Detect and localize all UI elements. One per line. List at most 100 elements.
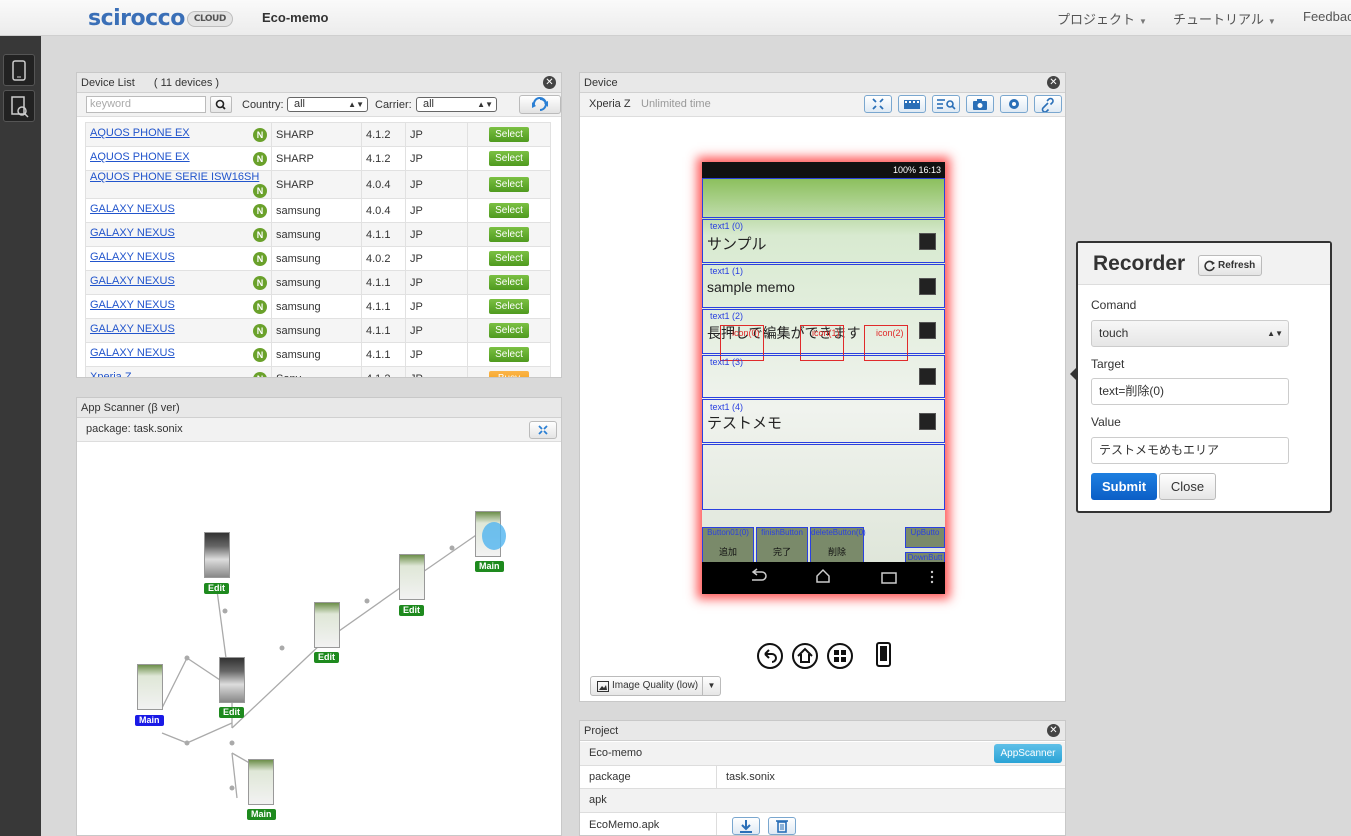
carrier-label: Carrier: bbox=[375, 99, 412, 111]
busy-button[interactable]: Busy bbox=[489, 371, 529, 377]
maker-cell: SHARP bbox=[271, 170, 362, 199]
film-button[interactable] bbox=[898, 95, 926, 113]
device-name-link[interactable]: AQUOS PHONE EX bbox=[90, 127, 190, 139]
back-hw-button[interactable] bbox=[757, 643, 783, 669]
screen-thumb[interactable] bbox=[248, 759, 274, 805]
link-button[interactable] bbox=[1034, 95, 1062, 113]
scanner-rail-button[interactable] bbox=[3, 90, 35, 122]
device-name-link[interactable]: GALAXY NEXUS bbox=[90, 347, 175, 359]
target-input[interactable]: text=削除(0) bbox=[1091, 378, 1289, 405]
screen-thumb[interactable] bbox=[204, 532, 230, 578]
screen-thumb[interactable] bbox=[137, 664, 163, 710]
action-cell: Select bbox=[467, 198, 551, 223]
delete-apk-button[interactable] bbox=[768, 817, 796, 835]
checkbox[interactable] bbox=[919, 413, 936, 430]
nav-feedback-link[interactable]: Feedback bbox=[1303, 9, 1351, 24]
select-button[interactable]: Select bbox=[489, 227, 529, 242]
command-select[interactable]: touch ▲▼ bbox=[1091, 320, 1289, 347]
nav-project-menu[interactable]: プロジェクト ▼ bbox=[1057, 9, 1147, 28]
device-name-link[interactable]: GALAXY NEXUS bbox=[90, 323, 175, 335]
home-icon bbox=[797, 647, 813, 663]
scirocco-logo[interactable]: scirocco CLOUD bbox=[88, 6, 233, 31]
install-apk-button[interactable] bbox=[732, 817, 760, 835]
nav-tutorial-menu[interactable]: チュートリアル ▼ bbox=[1173, 9, 1276, 28]
expand-button[interactable] bbox=[529, 421, 557, 439]
checkbox[interactable] bbox=[919, 233, 936, 250]
checkbox[interactable] bbox=[919, 322, 936, 339]
close-icon[interactable]: ✕ bbox=[1047, 724, 1060, 737]
close-icon[interactable]: ✕ bbox=[1047, 76, 1060, 89]
select-button[interactable]: Select bbox=[489, 275, 529, 290]
button-id: finishButton bbox=[761, 528, 803, 537]
country-cell: JP bbox=[405, 366, 468, 377]
device-name-link[interactable]: GALAXY NEXUS bbox=[90, 299, 175, 311]
device-name-cell: GALAXY NEXUS N bbox=[85, 342, 272, 367]
home-hw-button[interactable] bbox=[792, 643, 818, 669]
column-divider bbox=[716, 813, 717, 835]
device-name-link[interactable]: GALAXY NEXUS bbox=[90, 227, 175, 239]
nexus-badge: N bbox=[253, 152, 267, 166]
list-search-icon bbox=[937, 99, 956, 110]
country-cell: JP bbox=[405, 146, 468, 171]
keyword-search-input[interactable]: keyword bbox=[86, 96, 206, 113]
select-button[interactable]: Select bbox=[489, 177, 529, 192]
screenshot-button[interactable] bbox=[966, 95, 994, 113]
screen-thumb[interactable] bbox=[314, 602, 340, 648]
select-button[interactable]: Select bbox=[489, 299, 529, 314]
table-row: GALAXY NEXUS Nsamsung 4.0.2 JP Select bbox=[85, 246, 551, 271]
device-name-link[interactable]: GALAXY NEXUS bbox=[90, 251, 175, 263]
command-label: Comand bbox=[1091, 298, 1137, 312]
select-button[interactable]: Select bbox=[489, 323, 529, 338]
screen-thumb[interactable] bbox=[399, 554, 425, 600]
country-select[interactable]: all ▲▼ bbox=[287, 97, 368, 112]
select-button[interactable]: Select bbox=[489, 251, 529, 266]
select-button[interactable]: Select bbox=[489, 347, 529, 362]
close-icon[interactable]: ✕ bbox=[543, 76, 556, 89]
search-button[interactable] bbox=[210, 96, 232, 113]
fullscreen-button[interactable] bbox=[864, 95, 892, 113]
device-name-link[interactable]: Xperia Z bbox=[90, 371, 132, 377]
device-name-link[interactable]: GALAXY NEXUS bbox=[90, 275, 175, 287]
checkbox[interactable] bbox=[919, 368, 936, 385]
submit-button[interactable]: Submit bbox=[1091, 473, 1157, 500]
country-cell: JP bbox=[405, 170, 468, 199]
node-tag: Main bbox=[135, 715, 164, 726]
country-label: Country: bbox=[242, 99, 284, 111]
link-icon bbox=[1041, 97, 1054, 113]
apk-header: apk bbox=[589, 794, 607, 806]
image-quality-dropdown[interactable]: Image Quality (low) ▼ bbox=[590, 676, 721, 696]
appscanner-button[interactable]: AppScanner bbox=[994, 744, 1062, 763]
screen-thumb[interactable] bbox=[219, 657, 245, 703]
recorder-refresh-button[interactable]: Refresh bbox=[1198, 255, 1263, 276]
checkbox[interactable] bbox=[919, 278, 936, 295]
carrier-value: all bbox=[423, 98, 435, 110]
document-search-icon bbox=[11, 96, 29, 118]
inspect-button[interactable] bbox=[932, 95, 960, 113]
select-button[interactable]: Select bbox=[489, 127, 529, 142]
action-cell: Select bbox=[467, 222, 551, 247]
carrier-select[interactable]: all ▲▼ bbox=[416, 97, 497, 112]
device-time: Unlimited time bbox=[641, 98, 711, 110]
refresh-devices-button[interactable] bbox=[519, 95, 561, 114]
select-button[interactable]: Select bbox=[489, 203, 529, 218]
device-count: ( 11 devices ) bbox=[153, 77, 220, 89]
command-value: touch bbox=[1099, 326, 1129, 340]
rotate-device-button[interactable] bbox=[876, 642, 892, 671]
device-name-link[interactable]: AQUOS PHONE SERIE ISW16SH bbox=[90, 171, 259, 183]
package-value: task.sonix bbox=[726, 771, 775, 783]
menu-hw-button[interactable] bbox=[827, 643, 853, 669]
close-button[interactable]: Close bbox=[1159, 473, 1216, 500]
table-row: GALAXY NEXUS Nsamsung 4.1.1 JP Select bbox=[85, 270, 551, 295]
up-button[interactable]: UpButto bbox=[905, 527, 945, 548]
node-tag: Edit bbox=[314, 652, 339, 663]
screen-thumb[interactable] bbox=[475, 511, 506, 557]
value-input[interactable]: テストメモめもエリア bbox=[1091, 437, 1289, 464]
package-key: package bbox=[589, 771, 631, 783]
select-button[interactable]: Select bbox=[489, 151, 529, 166]
device-name-link[interactable]: GALAXY NEXUS bbox=[90, 203, 175, 215]
device-rail-button[interactable] bbox=[3, 54, 35, 86]
settings-button[interactable] bbox=[1000, 95, 1028, 113]
device-name-link[interactable]: AQUOS PHONE EX bbox=[90, 151, 190, 163]
device-screen[interactable]: 100% 16:13 text1 (0) サンプル text1 (1) samp… bbox=[702, 162, 945, 594]
image-quality-label: Image Quality (low) bbox=[612, 680, 699, 691]
